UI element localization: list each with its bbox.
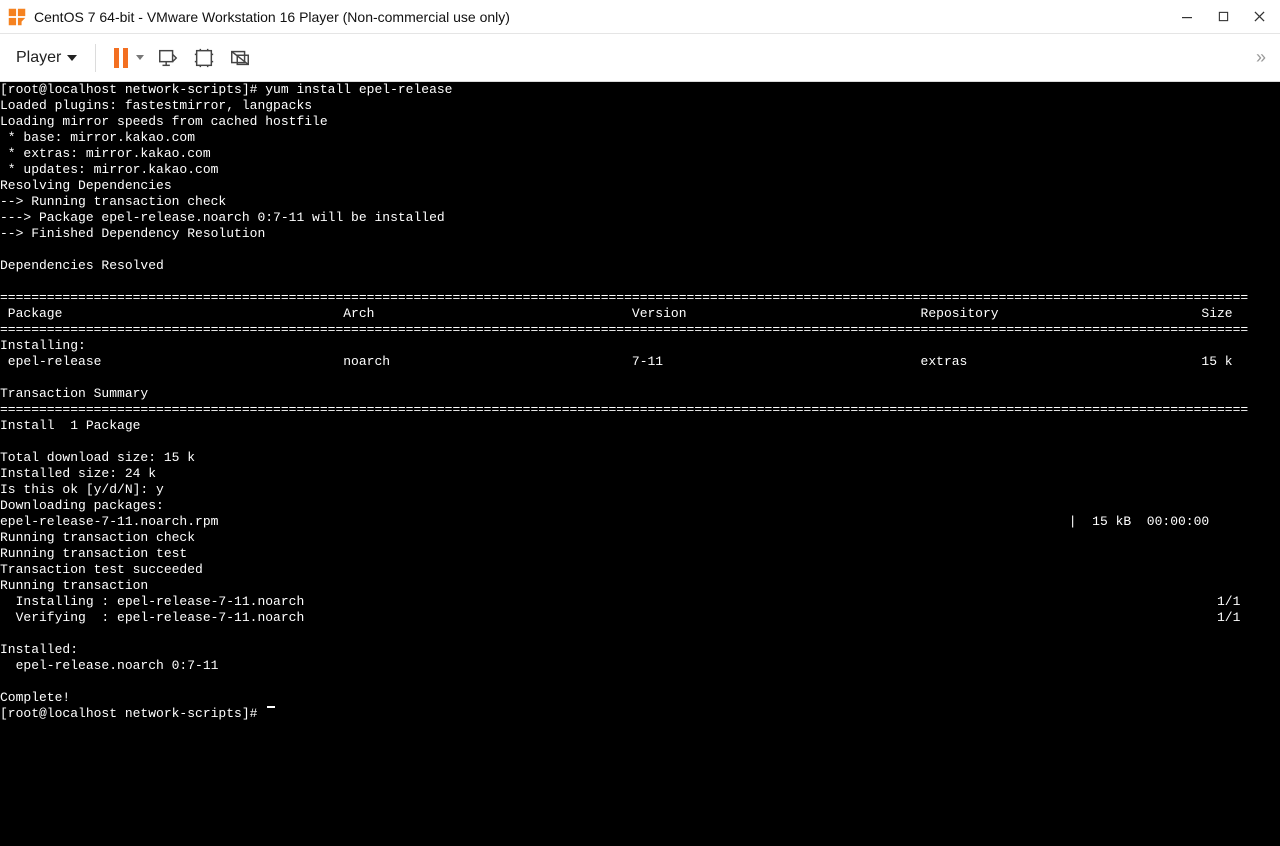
unity-mode-button[interactable] <box>224 42 256 74</box>
window-title: CentOS 7 64-bit - VMware Workstation 16 … <box>34 9 510 25</box>
pause-button[interactable] <box>106 42 148 74</box>
terminal-prompt: [root@localhost network-scripts]# <box>0 706 265 722</box>
toolbar-separator <box>95 44 96 72</box>
window-titlebar: CentOS 7 64-bit - VMware Workstation 16 … <box>0 0 1280 34</box>
window-controls <box>1170 3 1276 31</box>
terminal-view[interactable]: [root@localhost network-scripts]# yum in… <box>0 82 1280 846</box>
chevron-down-icon <box>67 55 77 61</box>
terminal-output: [root@localhost network-scripts]# yum in… <box>0 82 1280 706</box>
pause-icon <box>110 47 132 69</box>
send-ctrl-alt-del-button[interactable] <box>152 42 184 74</box>
app-icon <box>6 6 28 28</box>
close-button[interactable] <box>1242 3 1276 31</box>
maximize-button[interactable] <box>1206 3 1240 31</box>
fullscreen-button[interactable] <box>188 42 220 74</box>
minimize-button[interactable] <box>1170 3 1204 31</box>
player-menu-label: Player <box>16 49 61 67</box>
terminal-cursor <box>267 706 275 708</box>
overflow-button[interactable]: » <box>1256 47 1272 68</box>
player-menu[interactable]: Player <box>8 41 85 75</box>
chevron-down-icon <box>136 55 144 60</box>
toolbar: Player » <box>0 34 1280 82</box>
